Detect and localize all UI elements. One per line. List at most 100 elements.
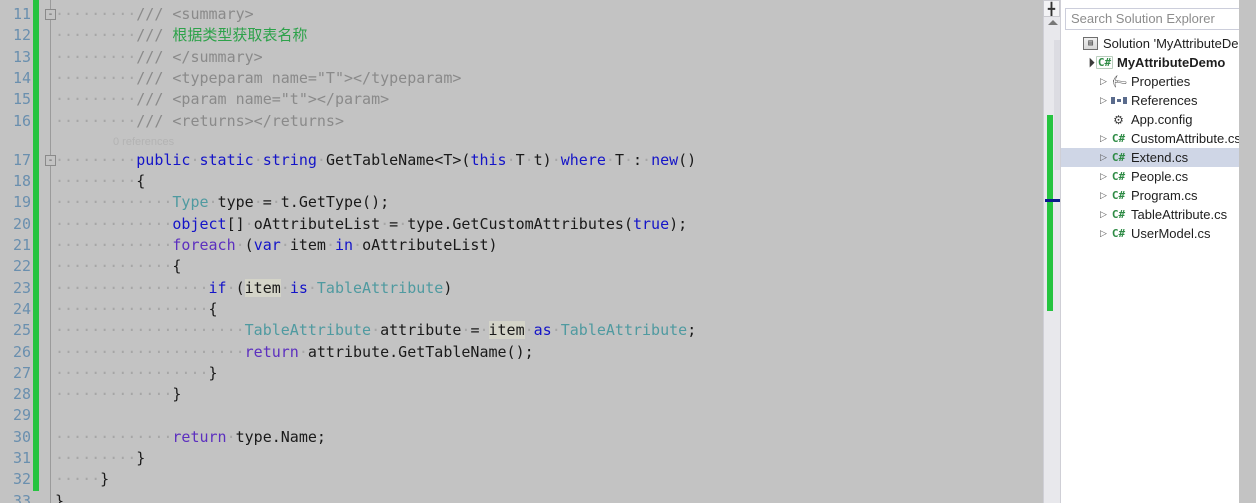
csharp-file-icon: C#: [1111, 227, 1126, 240]
code-line-text: ·········public·static·string·GetTableNa…: [55, 150, 697, 169]
line-number: 31: [12, 449, 31, 467]
scrollbar-cursor-marker: [1045, 199, 1060, 202]
chevron-right-icon[interactable]: ▷: [1097, 129, 1110, 148]
code-line-text: ·················}: [55, 363, 218, 382]
codelens-references[interactable]: 0 references: [113, 135, 174, 149]
scrollbar-change-marker: [1047, 115, 1053, 311]
code-line[interactable]: 22 ·············{: [0, 256, 1060, 277]
tree-item-properties[interactable]: ▷ ⛏ Properties: [1061, 71, 1239, 92]
tree-item-extend-cs[interactable]: ▷ C# Extend.cs: [1061, 148, 1239, 167]
code-line-text: ·············foreach·(var·item·in·oAttri…: [55, 236, 498, 254]
tree-item-references[interactable]: ▷ References: [1061, 91, 1239, 110]
line-number: 25: [12, 321, 31, 340]
chevron-right-icon[interactable]: ▷: [1097, 186, 1110, 205]
tree-item-usermodel-cs[interactable]: ▷ C# UserModel.cs: [1061, 224, 1239, 243]
code-line[interactable]: 24 ·················{: [0, 299, 1060, 320]
tree-item-label: Program.cs: [1131, 188, 1198, 203]
tree-item-people-cs[interactable]: ▷ C# People.cs: [1061, 167, 1239, 186]
outlining-collapse-marker[interactable]: -: [45, 9, 56, 20]
chevron-right-icon[interactable]: ▷: [1097, 91, 1110, 110]
line-number: 26: [12, 342, 31, 361]
line-number: 27: [12, 363, 31, 382]
tree-item-tableattribute-cs[interactable]: ▷ C# TableAttribute.cs: [1061, 205, 1239, 224]
chevron-down-icon[interactable]: ◢: [1078, 51, 1101, 74]
code-line-text: ·····················return·attribute.Ge…: [55, 342, 534, 361]
line-number: 17: [12, 150, 31, 169]
code-line[interactable]: 15 ·········/// <param name="t"></param>: [0, 89, 1060, 110]
code-line[interactable]: 23 ·················if·(item·is·TableAttr…: [0, 278, 1060, 299]
line-number: 15: [12, 90, 31, 109]
csharp-file-icon: C#: [1111, 208, 1126, 221]
code-line[interactable]: 28 ·············}: [0, 384, 1060, 405]
line-number: 13: [12, 47, 31, 66]
tree-item-myattributedemo[interactable]: ◢ C# MyAttributeDemo: [1061, 53, 1239, 72]
line-number: 14: [12, 68, 31, 87]
tree-item-app-config[interactable]: ⚙ App.config: [1061, 110, 1239, 129]
code-line-text: }: [55, 491, 65, 503]
code-line-text: ·········}: [55, 449, 146, 467]
chevron-right-icon[interactable]: ▷: [1097, 167, 1110, 186]
csharp-file-icon: C#: [1111, 132, 1126, 145]
line-number: 28: [12, 385, 31, 404]
code-line-text: ·········/// <returns></returns>: [55, 111, 344, 130]
chevron-right-icon[interactable]: ▷: [1097, 205, 1110, 224]
code-line[interactable]: 31 ·········}: [0, 448, 1060, 469]
code-line-text: ·············Type·type·=·t.GetType();: [55, 193, 390, 212]
tree-item-label: Properties: [1131, 74, 1191, 89]
code-line[interactable]: 18 ·········{: [0, 171, 1060, 192]
line-number: 32: [12, 470, 31, 489]
chevron-right-icon[interactable]: ▷: [1097, 224, 1110, 243]
code-line[interactable]: 19 ·············Type·type·=·t.GetType();: [0, 192, 1060, 213]
line-number: 20: [12, 214, 31, 233]
code-line-text: ·········/// <summary>: [55, 5, 254, 23]
code-text-area[interactable]: 11 ·········/// <summary> 12 ·········/// 根…: [0, 0, 1060, 503]
csharp-file-icon: C#: [1111, 189, 1126, 202]
code-line[interactable]: 12 ·········/// 根据类型获取表名称: [0, 25, 1060, 46]
vertical-scrollbar[interactable]: ╋: [1043, 0, 1060, 503]
line-number: 18: [12, 172, 31, 191]
visual-studio-window: 11 ·········/// <summary> 12 ·········/// 根…: [0, 0, 1256, 503]
tree-item-label: TableAttribute.cs: [1131, 207, 1228, 222]
solution-tree[interactable]: ▤Solution 'MyAttributeDemo' (1 project)◢…: [1061, 34, 1239, 243]
scroll-up-arrow-icon[interactable]: [1048, 20, 1058, 25]
csharp-file-icon: C#: [1111, 170, 1126, 183]
code-line[interactable]: 17 ·········public·static·string·GetTable…: [0, 150, 1060, 171]
solution-icon: ▤: [1082, 37, 1099, 50]
line-number: 21: [12, 236, 31, 254]
solution-explorer-panel: Search Solution Explorer ▤ Solution 'MyAt…: [1060, 0, 1239, 503]
code-line[interactable]: 25 ·····················TableAttribute·at…: [0, 320, 1060, 341]
tree-item-program-cs[interactable]: ▷ C# Program.cs: [1061, 186, 1239, 205]
code-line[interactable]: 33}: [0, 491, 1060, 503]
line-number: 23: [12, 278, 31, 297]
code-line[interactable]: 30 ·············return·type.Name;: [0, 427, 1060, 448]
code-line[interactable]: 13 ·········/// </summary>: [0, 47, 1060, 68]
code-editor[interactable]: 11 ·········/// <summary> 12 ·········/// 根…: [0, 0, 1060, 503]
code-line[interactable]: 20 ·············object[]·oAttributeList·=…: [0, 214, 1060, 235]
code-line[interactable]: 16 ·········/// <returns></returns>: [0, 111, 1060, 132]
tree-item-label: Extend.cs: [1131, 150, 1189, 165]
line-number: 24: [12, 299, 31, 318]
tree-item-label: Solution 'MyAttributeDemo' (1 project): [1103, 36, 1239, 51]
line-number: 33: [12, 491, 31, 503]
code-line[interactable]: 27 ·················}: [0, 363, 1060, 384]
tree-item-label: MyAttributeDemo: [1117, 55, 1226, 70]
line-number: 16: [12, 111, 31, 130]
line-number: 30: [12, 427, 31, 446]
references-icon: [1110, 97, 1127, 104]
code-line[interactable]: 32 ·····}: [0, 469, 1060, 490]
wrench-icon: ⛏: [1108, 71, 1129, 92]
tree-item-customattribute-cs[interactable]: ▷ C# CustomAttribute.cs: [1061, 129, 1239, 148]
code-line[interactable]: 29: [0, 405, 1060, 426]
code-line[interactable]: 14 ·········/// <typeparam name="T"></typ…: [0, 68, 1060, 89]
search-input[interactable]: Search Solution Explorer: [1065, 8, 1239, 30]
line-number: 29: [12, 406, 31, 425]
tree-item-solution-myattributedemo-1-project-[interactable]: ▤ Solution 'MyAttributeDemo' (1 project): [1061, 34, 1239, 53]
code-line-text: ·····}: [55, 470, 110, 489]
outlining-collapse-marker[interactable]: -: [45, 154, 56, 166]
split-view-icon[interactable]: ╋: [1043, 0, 1060, 17]
tree-item-label: References: [1131, 93, 1198, 108]
chevron-right-icon[interactable]: ▷: [1097, 148, 1110, 167]
code-line[interactable]: 21 ·············foreach·(var·item·in·oAtt…: [0, 235, 1060, 256]
code-line[interactable]: 26 ·····················return·attribute.…: [0, 342, 1060, 363]
code-line[interactable]: 11 ·········/// <summary>: [0, 4, 1060, 25]
